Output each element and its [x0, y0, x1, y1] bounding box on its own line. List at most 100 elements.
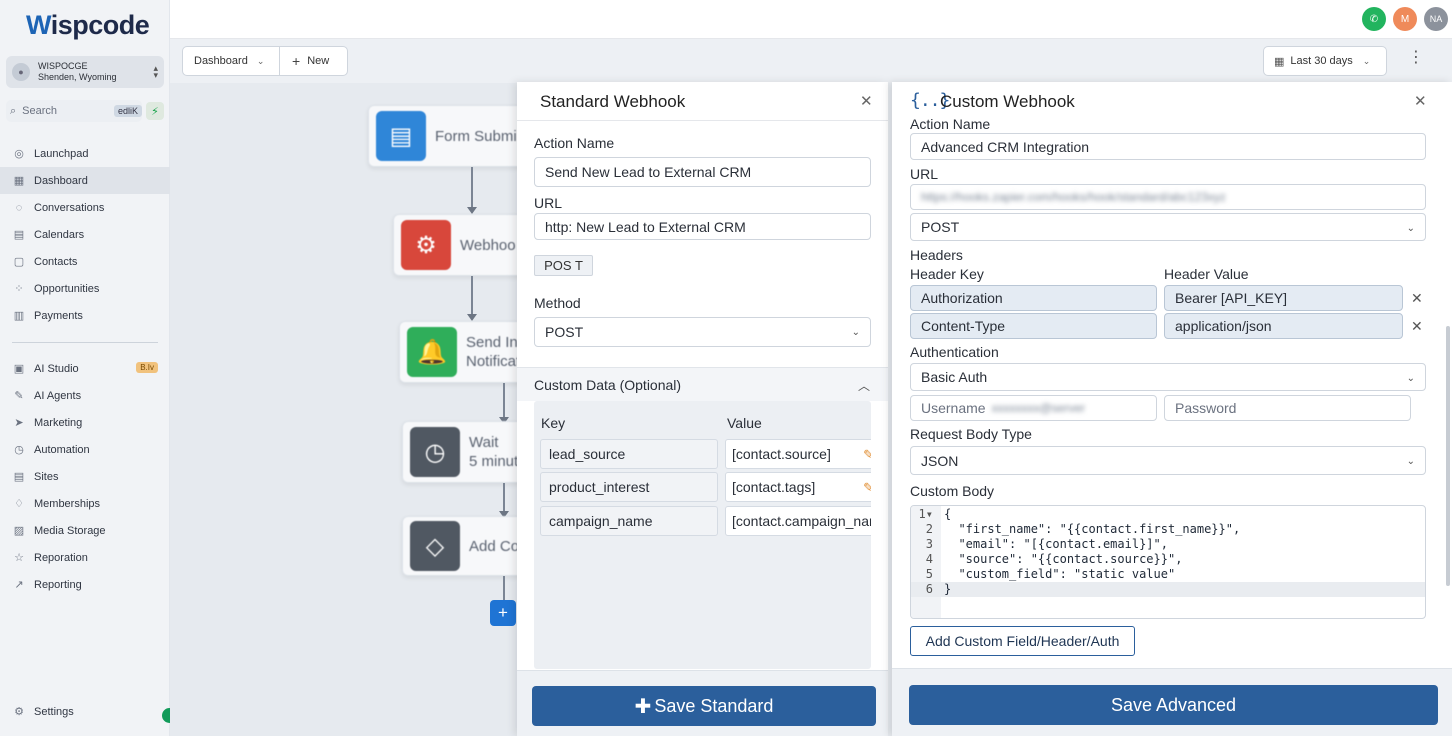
connector — [503, 383, 505, 419]
plus-icon: + — [292, 53, 301, 69]
bell-icon: 🔔 — [407, 327, 457, 377]
user-avatar-m[interactable]: M — [1393, 7, 1417, 31]
chat-icon: ◌ — [15, 201, 23, 214]
workflow-node-send-notification[interactable]: 🔔 Send Int Notificati — [399, 321, 520, 383]
custom-data-value-field[interactable]: [contact.tags]✎ — [725, 472, 871, 502]
sidebar-item-conversations[interactable]: ◌ Conversations — [0, 194, 170, 221]
sidebar-item-dashboard[interactable]: ▦ Dashboard — [0, 167, 170, 194]
save-advanced-button[interactable]: Save Advanced — [909, 685, 1438, 725]
account-switcher[interactable]: ● WISPOCGE Shenden, Wyoming ▴ ▾ — [6, 56, 164, 88]
remove-header-icon[interactable]: ✕ — [1411, 290, 1423, 307]
search-input[interactable]: ⌕ Search edliK — [6, 100, 142, 122]
sidebar-item-reporation[interactable]: ☆ Reporation — [0, 544, 170, 571]
username-field[interactable]: Username xxxxxxxx@server — [910, 395, 1157, 421]
date-range-dropdown[interactable]: ▦ Last 30 days ⌄ — [1263, 46, 1387, 76]
workflow-node-add-contact-tag[interactable]: ◇ Add Co — [402, 516, 520, 576]
phone-icon[interactable]: ✆ — [1362, 7, 1386, 31]
sidebar-item-settings[interactable]: ⚙ Settings — [0, 698, 170, 725]
remove-header-icon[interactable]: ✕ — [1411, 318, 1423, 335]
form-icon: ▤ — [376, 111, 426, 161]
request-body-type-label: Request Body Type — [910, 426, 1032, 442]
contacts-icon: ▢ — [13, 256, 25, 268]
new-badge: B.Iv — [136, 362, 158, 373]
add-custom-field-button[interactable]: Add Custom Field/Header/Auth — [910, 626, 1135, 656]
standard-footer: ✚ Save Standard — [517, 670, 888, 736]
standard-panel-title: Standard Webhook — [540, 92, 686, 111]
custom-data-key-field[interactable]: campaign_name — [540, 506, 718, 536]
sidebar-item-launchpad[interactable]: ◎ Launchpad — [0, 140, 170, 167]
plus-icon: ✚ — [634, 695, 652, 718]
edit-pencil-icon[interactable]: ✎ — [863, 480, 871, 496]
header-key-label: Header Key — [910, 266, 984, 282]
action-name-field[interactable]: Send New Lead to External CRM — [534, 157, 871, 187]
custom-action-name-field[interactable]: Advanced CRM Integration — [910, 133, 1426, 160]
chevron-down-icon: ⌄ — [851, 327, 860, 338]
method-select[interactable]: POST ⌄ — [534, 317, 871, 347]
close-icon[interactable]: ✕ — [860, 92, 873, 110]
custom-data-value-field[interactable]: [contact.source]✎ — [725, 439, 871, 469]
top-avatars: ✆ M NA — [1362, 7, 1448, 31]
node-sublabel: 5 minut — [469, 453, 519, 470]
ai-studio-icon: ▣ — [13, 363, 25, 375]
more-options-icon[interactable]: ⋮ — [1408, 50, 1424, 66]
dashboard-dropdown[interactable]: Dashboard ⌄ — [182, 46, 280, 76]
sidebar-item-payments[interactable]: ▥ Payments — [0, 302, 170, 329]
sidebar-item-media-storage[interactable]: ▨ Media Storage — [0, 517, 170, 544]
header-value-field[interactable]: Bearer [API_KEY] — [1164, 285, 1403, 311]
line-number: 4 — [925, 552, 933, 566]
close-icon[interactable]: ✕ — [1414, 92, 1427, 110]
custom-data-table: Key Value lead_source[contact.source]✎pr… — [534, 401, 871, 669]
sidebar-item-label: Reporation — [34, 551, 88, 564]
webhook-icon: ⚙ — [401, 220, 451, 270]
quick-action-bolt-icon[interactable]: ⚡ — [146, 102, 164, 120]
custom-data-key-field[interactable]: product_interest — [540, 472, 718, 502]
node-label: Wait — [469, 434, 499, 451]
custom-method-select[interactable]: POST ⌄ — [910, 213, 1426, 241]
sidebar-item-label: Dashboard — [34, 174, 88, 187]
sidebar-item-marketing[interactable]: ➤ Marketing — [0, 409, 170, 436]
sidebar-item-calendars[interactable]: ▤ Calendars — [0, 221, 170, 248]
sidebar-item-ai-studio[interactable]: ▣ AI Studio B.Iv — [0, 355, 170, 382]
sidebar-item-ai-agents[interactable]: ✎ AI Agents — [0, 382, 170, 409]
node-label: Send Int — [466, 334, 520, 351]
new-button[interactable]: + New — [279, 46, 348, 76]
add-step-plus-icon[interactable]: + — [490, 600, 516, 626]
user-avatar-na[interactable]: NA — [1424, 7, 1448, 31]
brand-logo[interactable]: Wispcode — [26, 10, 150, 41]
custom-url-field[interactable]: https://hooks.zapier.com/hooks/hook/stan… — [910, 184, 1426, 210]
toolbar: Dashboard ⌄ + New ▦ Last 30 days ⌄ ⋮ — [170, 39, 1452, 83]
password-field[interactable]: Password — [1164, 395, 1411, 421]
sidebar-item-opportunities[interactable]: ⁘ Opportunities — [0, 275, 170, 302]
edit-pencil-icon[interactable]: ✎ — [863, 447, 871, 463]
panel-scrollbar[interactable] — [1446, 326, 1450, 586]
sidebar-item-memberships[interactable]: ♢ Memberships — [0, 490, 170, 517]
header-value-field[interactable]: application/json — [1164, 313, 1403, 339]
header-key-field[interactable]: Authorization — [910, 285, 1157, 311]
chevron-up-icon: ︿ — [857, 379, 870, 393]
sidebar-item-sites[interactable]: ▤ Sites — [0, 463, 170, 490]
authentication-select[interactable]: Basic Auth ⌄ — [910, 363, 1426, 391]
arrow-down-icon — [467, 207, 477, 214]
custom-data-toggle[interactable]: Custom Data (Optional) ︿ — [517, 367, 888, 401]
sidebar-item-automation[interactable]: ◷ Automation — [0, 436, 170, 463]
sidebar-item-contacts[interactable]: ▢ Contacts — [0, 248, 170, 275]
custom-data-key-field[interactable]: lead_source — [540, 439, 718, 469]
connector — [503, 576, 505, 600]
workflow-node-wait[interactable]: ◷ Wait 5 minut — [402, 421, 520, 483]
header-key-field[interactable]: Content-Type — [910, 313, 1157, 339]
action-name-label: Action Name — [534, 135, 615, 151]
sidebar-item-reporting[interactable]: ↗ Reporting — [0, 571, 170, 598]
custom-body-editor[interactable]: 1▾{2 "first_name": "{{contact.first_name… — [910, 505, 1426, 619]
custom-data-value-field[interactable]: [contact.campaign_name] — [725, 506, 871, 536]
workflow-node-form-submitted[interactable]: ▤ Form Submi — [368, 105, 520, 167]
save-standard-button[interactable]: ✚ Save Standard — [532, 686, 876, 726]
code-line: 1▾{ — [911, 507, 1425, 522]
sidebar-item-label: AI Agents — [34, 389, 82, 402]
workflow-canvas[interactable]: ▤ Form Submi ⚙ Webhoo 🔔 Send Int Notificati … — [170, 83, 520, 736]
method-preview-button[interactable]: POS T — [534, 255, 593, 276]
request-body-type-select[interactable]: JSON ⌄ — [910, 446, 1426, 475]
method-label: Method — [534, 295, 581, 311]
custom-url-label: URL — [910, 166, 939, 182]
url-field[interactable]: http: New Lead to External CRM — [534, 213, 871, 240]
workflow-node-webhook[interactable]: ⚙ Webhoo — [393, 214, 520, 276]
